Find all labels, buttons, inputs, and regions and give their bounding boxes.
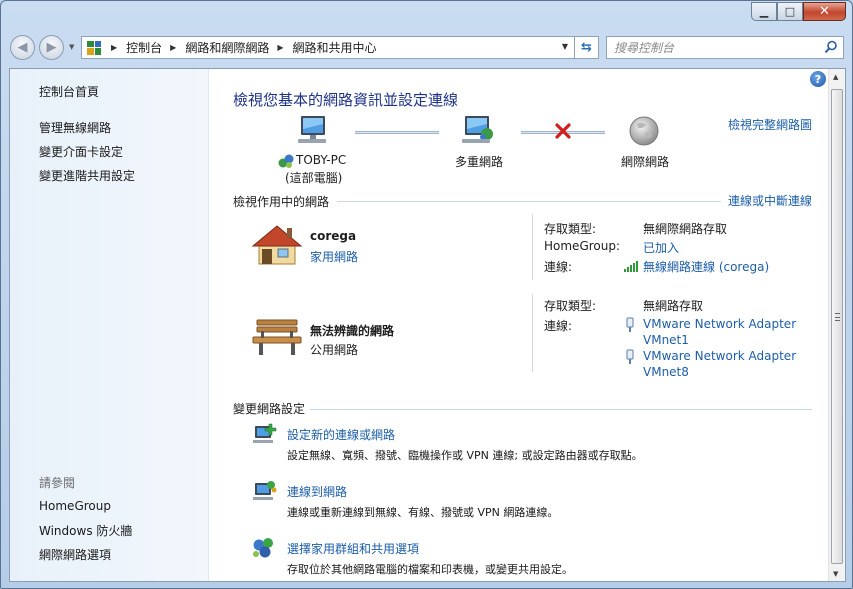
vertical-scrollbar[interactable]: ▲ ▼	[828, 69, 845, 581]
map-computer-name: TOBY-PC	[296, 153, 347, 167]
connect-to-network-icon	[253, 481, 277, 500]
section-rule	[337, 201, 721, 202]
help-icon[interactable]: ?	[810, 71, 826, 87]
network-1-divider	[532, 214, 533, 280]
network-2-type: 公用網路	[310, 343, 359, 357]
network-1-access-type-label: 存取類型:	[544, 222, 597, 236]
breadcrumb-network-sharing-center[interactable]: 網路和共用中心	[293, 39, 377, 56]
map-computer-sub: (這部電腦)	[285, 171, 343, 185]
connect-disconnect-link[interactable]: 連線或中斷連線	[728, 192, 812, 209]
view-full-map-link[interactable]: 檢視完整網路圖	[728, 116, 812, 133]
sidebar-manage-wireless[interactable]: 管理無線網路	[39, 119, 111, 136]
home-network-icon	[251, 225, 303, 265]
ethernet-adapter-icon	[626, 349, 634, 364]
task-setup-connection-link[interactable]: 設定新的連線或網路	[287, 426, 395, 443]
scrollbar-grip-icon	[835, 313, 840, 321]
scrollbar-thumb[interactable]	[831, 89, 843, 564]
forward-arrow-icon: ▶	[46, 40, 57, 55]
multiple-networks-icon	[462, 116, 493, 143]
network-1-connection-label: 連線:	[544, 260, 573, 274]
network-2-vmnet1-link-line2[interactable]: VMnet1	[643, 333, 689, 347]
active-networks-heading: 檢視作用中的網路	[233, 195, 330, 209]
sidebar-change-adapter[interactable]: 變更介面卡設定	[39, 143, 123, 160]
map-internet-node: 網際網路	[621, 155, 670, 169]
sidebar-windows-firewall[interactable]: Windows 防火牆	[39, 522, 132, 539]
map-middle-node: 多重網路	[455, 155, 504, 169]
task-setup-connection-desc: 設定無線、寬頻、撥號、臨機操作或 VPN 連線; 或設定路由器或存取點。	[287, 449, 643, 462]
content-area: 控制台首頁 管理無線網路 變更介面卡設定 變更進階共用設定 請參閱 HomeGr…	[9, 68, 846, 582]
change-settings-heading: 變更網路設定	[233, 402, 306, 416]
back-button[interactable]: ◀	[10, 35, 35, 60]
computer-icon	[298, 116, 326, 143]
task-connect-network-desc: 連線或重新連線到無線、有線、撥號或 VPN 網路連線。	[287, 506, 559, 519]
address-dropdown-icon[interactable]: ▼	[562, 42, 568, 51]
task-homegroup-desc: 存取位於其他網路電腦的檔案和印表機，或變更共用設定。	[287, 563, 573, 576]
network-2-name: 無法辨識的網路	[310, 324, 395, 338]
breadcrumb-arrow[interactable]: ▶	[170, 43, 176, 52]
network-1-name: corega	[310, 229, 357, 243]
page-title: 檢視您基本的網路資訊並設定連線	[233, 91, 459, 109]
breadcrumb-network-internet[interactable]: 網路和網際網路	[185, 39, 269, 56]
map-connection-line	[355, 131, 439, 134]
new-connection-icon	[253, 423, 277, 443]
task-homegroup-link[interactable]: 選擇家用群組和共用選項	[287, 540, 419, 557]
network-2-access-type-label: 存取類型:	[544, 299, 597, 313]
sidebar-advanced-sharing[interactable]: 變更進階共用設定	[39, 167, 135, 184]
search-placeholder: 搜尋控制台	[614, 41, 675, 55]
homegroup-sharing-icon	[253, 538, 273, 558]
network-2-access-type-value: 無網路存取	[643, 299, 704, 313]
sidebar: 控制台首頁 管理無線網路 變更介面卡設定 變更進階共用設定 請參閱 HomeGr…	[10, 69, 209, 581]
recent-pages-dropdown-icon[interactable]: ▼	[69, 43, 74, 51]
search-input[interactable]: 搜尋控制台	[606, 36, 844, 59]
window: ▁ □ ✕ ◀ ▶ ▼ ▶ 控制台 ▶ 網路和網際網路 ▶ 網路和共用中心 ▼ …	[0, 0, 853, 589]
sidebar-internet-options[interactable]: 網際網路選項	[39, 546, 111, 563]
no-connection-x-icon	[555, 123, 571, 139]
network-1-homegroup-link[interactable]: 已加入	[643, 239, 679, 256]
maximize-button[interactable]: □	[777, 2, 803, 21]
wireless-signal-icon	[624, 261, 638, 272]
network-2-vmnet8-link[interactable]: VMware Network Adapter	[643, 349, 796, 363]
breadcrumb-root-arrow[interactable]: ▶	[111, 43, 117, 52]
section-rule	[310, 409, 812, 410]
caption-buttons: ▁ □ ✕	[751, 2, 846, 22]
main-panel: ? 檢視您基本的網路資訊並設定連線 檢視完整網路圖 TOBY-PC (這部電腦)	[209, 69, 829, 581]
breadcrumb-arrow[interactable]: ▶	[277, 43, 283, 52]
public-network-bench-icon	[252, 319, 302, 355]
internet-globe-icon	[629, 116, 659, 146]
back-arrow-icon: ◀	[17, 40, 28, 55]
close-button[interactable]: ✕	[803, 2, 846, 21]
scroll-down-icon[interactable]: ▼	[833, 570, 838, 578]
forward-button[interactable]: ▶	[39, 35, 64, 60]
network-1-connection-link[interactable]: 無線網路連線 (corega)	[643, 258, 769, 275]
network-2-vmnet8-link-line2[interactable]: VMnet8	[643, 365, 689, 379]
refresh-icon: ⇆	[581, 40, 592, 55]
network-2-vmnet1-link[interactable]: VMware Network Adapter	[643, 317, 796, 331]
minimize-button[interactable]: ▁	[751, 2, 777, 21]
network-2-connection-label: 連線:	[544, 319, 573, 333]
ethernet-adapter-icon	[626, 317, 634, 332]
scroll-up-icon[interactable]: ▲	[833, 73, 838, 81]
navigation-bar: ◀ ▶ ▼ ▶ 控制台 ▶ 網路和網際網路 ▶ 網路和共用中心 ▼ ⇆ 搜尋控制…	[8, 32, 847, 62]
search-icon[interactable]	[824, 40, 838, 54]
network-1-access-type-value: 無網際網路存取	[643, 222, 728, 236]
refresh-button[interactable]: ⇆	[575, 36, 599, 59]
network-1-type-link[interactable]: 家用網路	[310, 248, 358, 265]
breadcrumb-control-panel[interactable]: 控制台	[126, 39, 162, 56]
address-bar[interactable]: ▶ 控制台 ▶ 網路和網際網路 ▶ 網路和共用中心 ▼	[81, 36, 575, 59]
sidebar-see-also-heading: 請參閱	[39, 476, 76, 490]
task-connect-network-link[interactable]: 連線到網路	[287, 483, 347, 500]
sidebar-control-panel-home[interactable]: 控制台首頁	[39, 83, 99, 100]
control-panel-icon	[87, 40, 101, 55]
network-2-divider	[532, 294, 533, 372]
sidebar-homegroup[interactable]: HomeGroup	[39, 499, 111, 513]
network-1-homegroup-label: HomeGroup:	[544, 239, 621, 253]
network-globe-icon	[278, 154, 294, 168]
